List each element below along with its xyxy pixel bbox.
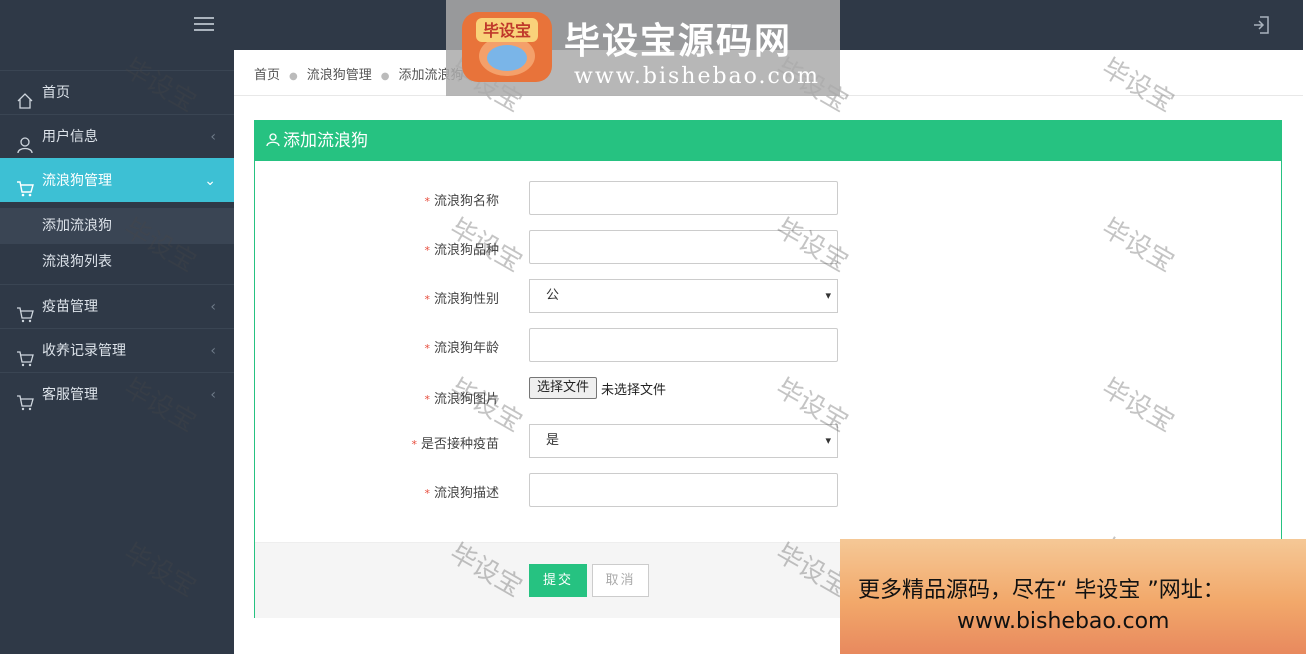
- choose-file-button[interactable]: 选择文件: [529, 377, 598, 399]
- breadcrumb-home[interactable]: 首页: [254, 68, 280, 83]
- menu-toggle-icon[interactable]: [194, 17, 214, 33]
- form-row-breed: * 流浪狗品种: [255, 230, 1281, 264]
- sidebar: 首页 用户信息 ‹ 流浪狗管理 ⌄ 添加流浪狗 流浪狗列表 疫苗管理 ‹ 收养记…: [0, 50, 234, 654]
- submit-button[interactable]: 提交: [529, 564, 587, 597]
- image-label: * 流浪狗图片: [424, 392, 499, 407]
- sidebar-subitem-add-dog[interactable]: 添加流浪狗: [0, 208, 234, 244]
- sidebar-subitem-dog-list[interactable]: 流浪狗列表: [0, 244, 234, 280]
- sidebar-item-label: 流浪狗管理: [42, 173, 112, 189]
- age-input[interactable]: [529, 328, 838, 362]
- panel-title: 添加流浪狗: [283, 131, 368, 151]
- sidebar-item-label: 疫苗管理: [42, 299, 98, 315]
- breadcrumb-separator: ●: [380, 71, 390, 82]
- sidebar-item-dog-management[interactable]: 流浪狗管理 ⌄: [0, 158, 234, 202]
- breed-label: * 流浪狗品种: [424, 243, 499, 258]
- chevron-down-icon: ⌄: [204, 173, 216, 189]
- file-status: 未选择文件: [601, 383, 667, 398]
- breed-input[interactable]: [529, 230, 838, 264]
- chevron-down-icon: ▾: [825, 289, 831, 302]
- breadcrumb-separator: ●: [289, 71, 298, 82]
- chevron-left-icon: ‹: [210, 299, 216, 315]
- vaccinated-label: * 是否接种疫苗: [411, 437, 499, 452]
- user-icon: [16, 128, 34, 154]
- form-row-age: * 流浪狗年龄: [255, 328, 1281, 362]
- sidebar-item-user-info[interactable]: 用户信息 ‹: [0, 114, 234, 158]
- sidebar-item-customer-service[interactable]: 客服管理 ‹: [0, 372, 234, 416]
- user-icon: [265, 123, 281, 147]
- cart-icon: [16, 298, 34, 323]
- sidebar-item-home[interactable]: 首页: [0, 70, 234, 114]
- logout-icon[interactable]: [1252, 15, 1272, 35]
- sidebar-item-label: 用户信息: [42, 129, 98, 145]
- age-label: * 流浪狗年龄: [424, 341, 499, 356]
- description-label: * 流浪狗描述: [424, 486, 499, 501]
- panel-header: 添加流浪狗: [255, 121, 1281, 161]
- cancel-button[interactable]: 取消: [592, 564, 649, 597]
- gender-label: * 流浪狗性别: [424, 292, 499, 307]
- home-icon: [16, 84, 34, 109]
- cart-icon: [16, 342, 34, 367]
- sidebar-item-adoption[interactable]: 收养记录管理 ‹: [0, 328, 234, 372]
- gender-select[interactable]: 公 ▾: [529, 279, 838, 313]
- logo-text: 毕设宝: [483, 21, 531, 40]
- breadcrumb: 首页 ● 流浪狗管理 ● 添加流浪狗: [254, 64, 464, 83]
- vaccinated-select[interactable]: 是 ▾: [529, 424, 838, 458]
- name-label: * 流浪狗名称: [424, 194, 499, 209]
- chevron-left-icon: ‹: [210, 343, 216, 359]
- breadcrumb-dog-management[interactable]: 流浪狗管理: [307, 68, 372, 83]
- description-input[interactable]: [529, 473, 838, 507]
- chevron-left-icon: ‹: [210, 387, 216, 403]
- chevron-left-icon: ‹: [210, 129, 216, 145]
- ad-line-1: 更多精品源码，尽在“ 毕设宝 ”网址：: [858, 578, 1225, 603]
- form-row-name: * 流浪狗名称: [255, 181, 1281, 215]
- sidebar-item-vaccine[interactable]: 疫苗管理 ‹: [0, 284, 234, 328]
- form-row-image: * 流浪狗图片 选择文件 未选择文件: [255, 377, 1281, 411]
- form-row-gender: * 流浪狗性别 公 ▾: [255, 279, 1281, 313]
- ad-line-2: www.bishebao.com: [957, 609, 1170, 634]
- sidebar-item-label: 客服管理: [42, 387, 98, 403]
- banner-url: www.bishebao.com: [574, 64, 820, 89]
- bishebao-logo-icon: 毕设宝: [458, 8, 556, 88]
- form-row-vaccinated: * 是否接种疫苗 是 ▾: [255, 424, 1281, 458]
- sidebar-submenu: 添加流浪狗 流浪狗列表: [0, 202, 234, 284]
- sidebar-item-label: 首页: [42, 85, 70, 101]
- name-input[interactable]: [529, 181, 838, 215]
- cart-icon: [16, 386, 34, 411]
- form-row-description: * 流浪狗描述: [255, 473, 1281, 507]
- cart-icon: [16, 172, 34, 197]
- sidebar-item-label: 收养记录管理: [42, 343, 126, 359]
- chevron-down-icon: ▾: [825, 434, 831, 447]
- ad-banner: 更多精品源码，尽在“ 毕设宝 ”网址： www.bishebao.com: [840, 539, 1306, 654]
- banner-title: 毕设宝源码网: [564, 21, 793, 62]
- watermark-banner: 毕设宝 毕设宝源码网 www.bishebao.com: [446, 0, 840, 96]
